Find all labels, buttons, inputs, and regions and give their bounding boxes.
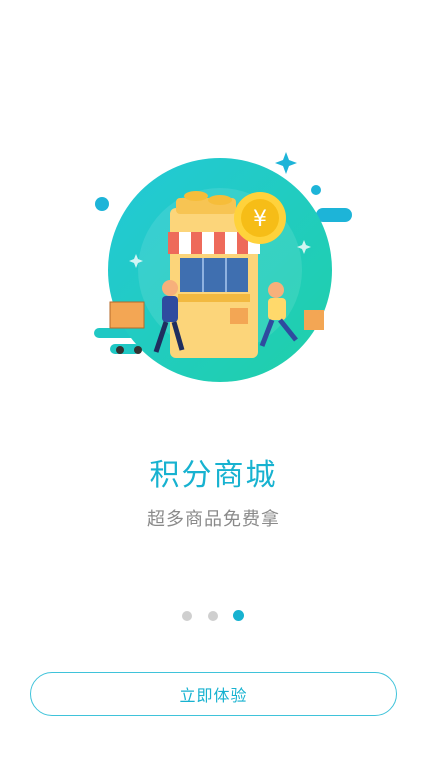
page-subtitle: 超多商品免费拿 (147, 509, 280, 530)
page-title: 积分商城 (149, 458, 278, 493)
page-dot-1[interactable] (182, 611, 192, 621)
page-dot-2[interactable] (208, 611, 218, 621)
page-indicator (0, 610, 427, 622)
start-experience-button[interactable]: 立即体验 (30, 672, 397, 716)
shop-illustration-icon: ¥ (94, 152, 352, 382)
page-dot-3-active[interactable] (233, 610, 244, 621)
yuan-coin-icon: ¥ (253, 207, 267, 232)
